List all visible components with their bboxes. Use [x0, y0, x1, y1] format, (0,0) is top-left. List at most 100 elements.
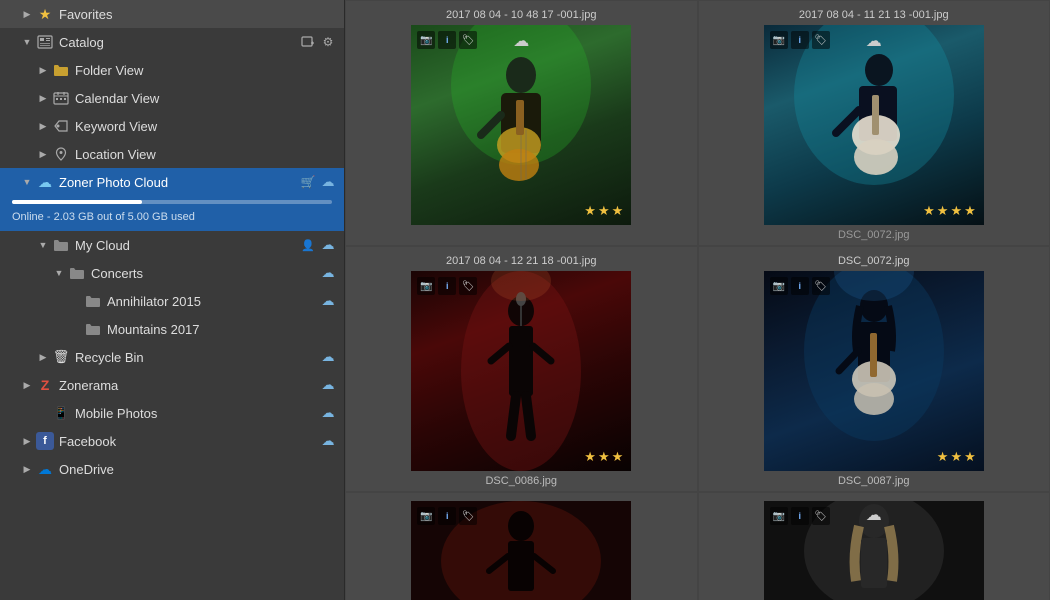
- photo-3-tag-icon: 🏷: [459, 277, 477, 295]
- photo-cell-1[interactable]: 2017 08 04 - 10 48 17 -001.jpg: [345, 0, 698, 246]
- mobile-photos-icon: 📱: [52, 404, 70, 422]
- facebook-icon: f: [36, 432, 54, 450]
- sidebar-item-folder-view[interactable]: Folder View: [0, 56, 344, 84]
- photo-caption-3: DSC_0086.jpg: [485, 475, 557, 487]
- photo-wrapper-5: 📷 i 🏷: [411, 501, 631, 600]
- concerts-arrow: [52, 266, 66, 280]
- star-1: ★: [584, 203, 596, 219]
- cloud-progress-bar-bg: [12, 200, 332, 204]
- photo-filename-2: 2017 08 04 - 11 21 13 -001.jpg: [707, 9, 1042, 21]
- cloud-progress-bar-fill: [12, 200, 142, 204]
- sidebar-item-mobile-photos[interactable]: 📱 Mobile Photos ☁: [0, 399, 344, 427]
- my-cloud-arrow: [36, 238, 50, 252]
- photo-4-tag-icon: 🏷: [812, 277, 830, 295]
- photo-6-tag-icon: 🏷: [812, 507, 830, 525]
- photo-6-overlay-icons: 📷 i 🏷: [770, 507, 830, 525]
- photo-image-3: [411, 271, 631, 471]
- location-view-label: Location View: [75, 147, 336, 162]
- mobile-photos-label: Mobile Photos: [75, 406, 320, 421]
- photo-6-camera-icon: 📷: [770, 507, 788, 525]
- sidebar-item-catalog[interactable]: Catalog ⚙: [0, 28, 344, 56]
- photo-2-overlay-icons: 📷 i 🏷: [770, 31, 830, 49]
- zonerama-arrow: [20, 378, 34, 392]
- zoner-cloud-cart-icon[interactable]: 🛒: [300, 174, 316, 190]
- photo-2-tag-icon: 🏷: [812, 31, 830, 49]
- photo-6-cloud-icon: ☁: [866, 505, 882, 525]
- star-1: ★: [923, 203, 935, 219]
- recycle-bin-label: Recycle Bin: [75, 350, 320, 365]
- concerts-label: Concerts: [91, 266, 320, 281]
- star-1: ★: [937, 449, 949, 465]
- sidebar-item-facebook[interactable]: f Facebook ☁: [0, 427, 344, 455]
- sidebar-item-onedrive[interactable]: ☁ OneDrive: [0, 455, 344, 483]
- photo-cell-3[interactable]: 2017 08 04 - 12 21 18 -001.jpg: [345, 246, 698, 492]
- recycle-bin-arrow: [36, 350, 50, 364]
- annihilator-actions: ☁: [320, 293, 336, 309]
- photo-2-stars: ★ ★ ★ ★: [923, 203, 976, 219]
- star-2: ★: [598, 203, 610, 219]
- zonerama-actions: ☁: [320, 377, 336, 393]
- sidebar-item-my-cloud[interactable]: My Cloud 👤 ☁: [0, 231, 344, 259]
- photo-filename-4: DSC_0072.jpg: [707, 255, 1042, 267]
- favorites-arrow: [20, 7, 34, 21]
- photo-6-info-icon: i: [791, 507, 809, 525]
- sidebar-item-concerts[interactable]: Concerts ☁: [0, 259, 344, 287]
- photo-wrapper-3: 📷 i 🏷 ★ ★ ★: [411, 271, 631, 471]
- photo-wrapper-6: 📷 i 🏷 ☁: [764, 501, 984, 600]
- mobile-photos-actions: ☁: [320, 405, 336, 421]
- sidebar-item-location-view[interactable]: Location View: [0, 140, 344, 168]
- sidebar-item-keyword-view[interactable]: Keyword View: [0, 112, 344, 140]
- sidebar-item-annihilator[interactable]: Annihilator 2015 ☁: [0, 287, 344, 315]
- photo-1-camera-icon: 📷: [417, 31, 435, 49]
- catalog-actions: ⚙: [300, 34, 336, 50]
- photo-cell-2[interactable]: 2017 08 04 - 11 21 13 -001.jpg: [698, 0, 1050, 246]
- photo-1-stars: ★ ★ ★: [584, 203, 623, 219]
- sidebar-item-recycle-bin[interactable]: 🗑 Recycle Bin ☁: [0, 343, 344, 371]
- concerts-cloud-icon: ☁: [320, 265, 336, 281]
- photo-cell-6[interactable]: 📷 i 🏷 ☁: [698, 492, 1050, 600]
- annihilator-folder-icon: [84, 292, 102, 310]
- photo-grid-area: 2017 08 04 - 10 48 17 -001.jpg: [345, 0, 1050, 600]
- mountains-folder-icon: [84, 320, 102, 338]
- keyword-view-label: Keyword View: [75, 119, 336, 134]
- photo-grid: 2017 08 04 - 10 48 17 -001.jpg: [345, 0, 1050, 600]
- favorites-icon: ★: [36, 5, 54, 23]
- sidebar-item-favorites[interactable]: ★ Favorites: [0, 0, 344, 28]
- star-1: ★: [584, 449, 596, 465]
- photo-3-info-icon: i: [438, 277, 456, 295]
- photo-1-tag-icon: 🏷: [459, 31, 477, 49]
- catalog-settings-icon[interactable]: ⚙: [320, 34, 336, 50]
- recycle-bin-cloud-icon: ☁: [320, 349, 336, 365]
- my-cloud-person-icon[interactable]: 👤: [300, 237, 316, 253]
- zoner-cloud-badge-icon: ☁: [320, 174, 336, 190]
- zoner-cloud-icon: ☁: [36, 173, 54, 191]
- my-cloud-cloud-icon: ☁: [320, 237, 336, 253]
- recycle-bin-icon: 🗑: [52, 348, 70, 366]
- keyword-view-icon: [52, 117, 70, 135]
- photo-5-info-icon: i: [438, 507, 456, 525]
- photo-image-1: [411, 25, 631, 225]
- photo-2-cloud-icon: ☁: [866, 31, 882, 51]
- star-2: ★: [937, 203, 949, 219]
- photo-4-camera-icon: 📷: [770, 277, 788, 295]
- photo-5-camera-icon: 📷: [417, 507, 435, 525]
- onedrive-label: OneDrive: [59, 462, 336, 477]
- star-2: ★: [950, 449, 962, 465]
- favorites-label: Favorites: [59, 7, 336, 22]
- sidebar-item-mountains[interactable]: Mountains 2017: [0, 315, 344, 343]
- photo-filename-1: 2017 08 04 - 10 48 17 -001.jpg: [354, 9, 689, 21]
- calendar-view-label: Calendar View: [75, 91, 336, 106]
- photo-1-overlay-icons: 📷 i 🏷: [417, 31, 477, 49]
- photo-4-stars: ★ ★ ★: [937, 449, 976, 465]
- catalog-add-icon[interactable]: [300, 34, 316, 50]
- photo-wrapper-2: 📷 i 🏷 ☁ ★ ★ ★ ★: [764, 25, 984, 225]
- photo-cell-5[interactable]: 📷 i 🏷: [345, 492, 698, 600]
- cloud-info-panel: Online - 2.03 GB out of 5.00 GB used: [0, 196, 344, 231]
- photo-5-overlay-icons: 📷 i 🏷: [417, 507, 477, 525]
- photo-1-info-icon: i: [438, 31, 456, 49]
- cloud-info-text: Online - 2.03 GB out of 5.00 GB used: [12, 211, 195, 223]
- photo-cell-4[interactable]: DSC_0072.jpg: [698, 246, 1050, 492]
- sidebar-item-calendar-view[interactable]: Calendar View: [0, 84, 344, 112]
- sidebar-item-zoner-cloud[interactable]: ☁ Zoner Photo Cloud 🛒 ☁: [0, 168, 344, 196]
- sidebar-item-zonerama[interactable]: Z Zonerama ☁: [0, 371, 344, 399]
